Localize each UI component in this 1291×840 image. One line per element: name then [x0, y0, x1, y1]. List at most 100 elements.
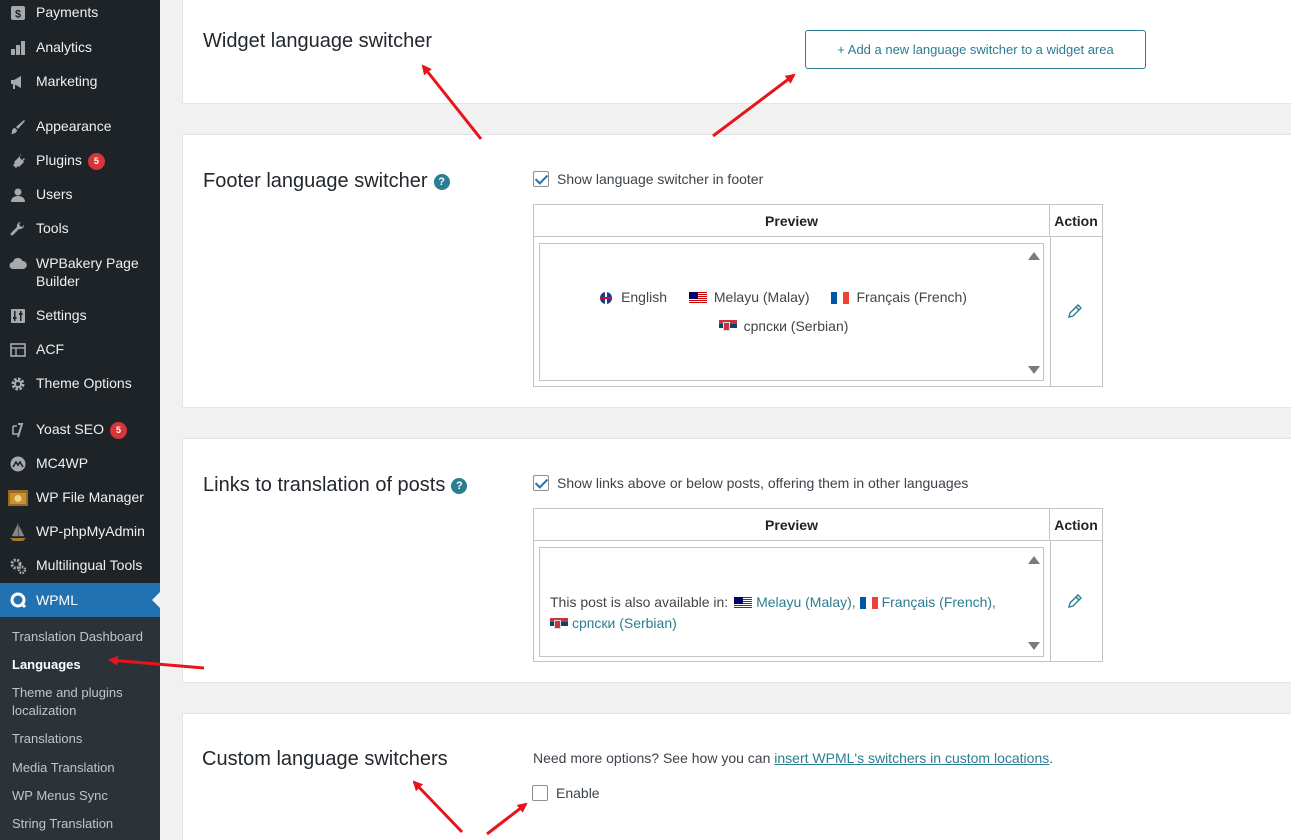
user-icon [8, 185, 28, 205]
sailboat-icon [8, 522, 28, 542]
menu-item-wp-file-manager[interactable]: WP File Manager [0, 488, 160, 508]
lang-label: Français (French) [856, 289, 967, 305]
footer-switcher-checkbox-row: Show language switcher in footer [533, 171, 763, 187]
scroll-down-arrow-icon[interactable] [1028, 642, 1040, 650]
submenu-translation-dashboard[interactable]: Translation Dashboard [12, 628, 157, 646]
submenu-wp-menus-sync[interactable]: WP Menus Sync [12, 787, 157, 805]
plug-icon [8, 151, 28, 171]
lang-malay[interactable]: Melayu (Malay) [688, 284, 810, 311]
post-links-checkbox-label[interactable]: Show links above or below posts, offerin… [557, 475, 968, 491]
edit-pencil-icon[interactable] [1067, 593, 1083, 614]
post-link-serbian[interactable]: српски (Serbian) [572, 615, 677, 631]
plugins-update-badge: 5 [87, 153, 105, 170]
yoast-icon [8, 420, 28, 440]
scroll-down-arrow-icon[interactable] [1028, 366, 1040, 374]
bar-chart-icon [8, 38, 28, 58]
france-flag-icon [831, 291, 850, 304]
uk-flag-icon [600, 291, 613, 304]
menu-item-acf[interactable]: ACF [0, 340, 160, 360]
menu-item-wpbakery[interactable]: WPBakery Page Builder [0, 254, 160, 290]
column-divider [1050, 541, 1051, 661]
submenu-translations[interactable]: Translations [12, 730, 157, 748]
submenu-languages[interactable]: Languages [12, 656, 157, 674]
menu-label: WP File Manager [36, 489, 144, 505]
menu-item-plugins[interactable]: Plugins 5 [0, 151, 160, 171]
preview-table-header: Preview Action [534, 205, 1102, 237]
menu-item-yoast[interactable]: Yoast SEO 5 [0, 420, 160, 440]
footer-preview-languages: English Melayu (Malay) Français (French)… [540, 284, 1027, 341]
submenu-string-translation[interactable]: String Translation [12, 815, 157, 833]
custom-switchers-enable-checkbox[interactable] [532, 785, 548, 801]
footer-switcher-checkbox[interactable] [533, 171, 549, 187]
lang-label: English [621, 289, 667, 305]
folder-icon [8, 488, 28, 508]
custom-locations-link[interactable]: insert WPML's switchers in custom locati… [774, 750, 1049, 766]
admin-sidebar: $ Payments Analytics Marketing Appearanc… [0, 0, 160, 840]
menu-item-wp-phpmyadmin[interactable]: WP-phpMyAdmin [0, 522, 160, 542]
malaysia-flag-icon [734, 597, 753, 610]
preview-scrollbar[interactable] [1025, 244, 1043, 380]
menu-item-analytics[interactable]: Analytics [0, 38, 160, 58]
help-icon[interactable]: ? [433, 173, 450, 190]
preview-scrollbar[interactable] [1025, 548, 1043, 656]
lang-french[interactable]: Français (French) [831, 284, 967, 311]
lang-serbian[interactable]: српски (Serbian) [718, 313, 849, 340]
menu-item-multilingual-tools[interactable]: Multilingual Tools [0, 556, 160, 576]
malaysia-flag-icon [688, 291, 707, 304]
post-links-checkbox-row: Show links above or below posts, offerin… [533, 475, 968, 491]
gears-icon [8, 556, 28, 576]
menu-label: Yoast SEO [36, 421, 104, 437]
menu-item-wpml[interactable]: WPML [0, 583, 160, 617]
menu-label: Theme Options [36, 375, 132, 391]
footer-switcher-checkbox-label[interactable]: Show language switcher in footer [557, 171, 763, 187]
menu-label: WPBakery Page Builder [36, 255, 139, 289]
menu-item-marketing[interactable]: Marketing [0, 72, 160, 92]
menu-item-appearance[interactable]: Appearance [0, 117, 160, 137]
post-link-french[interactable]: Français (French), [882, 594, 996, 610]
enable-label[interactable]: Enable [556, 785, 600, 801]
post-links-preview-table: Preview Action This post is also availab… [533, 508, 1103, 662]
lang-label: Melayu (Malay) [713, 289, 810, 305]
post-links-checkbox[interactable] [533, 475, 549, 491]
note-text-end: . [1049, 750, 1054, 766]
yoast-notification-badge: 5 [109, 422, 127, 439]
wrench-icon [8, 219, 28, 239]
menu-label: Plugins [36, 152, 82, 168]
post-links-title: Links to translation of posts ? [203, 474, 468, 497]
preview-column-header: Preview [534, 509, 1050, 541]
wpml-submenu: Translation Dashboard Languages Theme an… [0, 617, 160, 840]
action-column-header: Action [1054, 213, 1098, 229]
submenu-theme-plugins-localization[interactable]: Theme and plugins localization [12, 684, 157, 720]
menu-item-settings[interactable]: Settings [0, 306, 160, 326]
scroll-up-arrow-icon[interactable] [1028, 556, 1040, 564]
post-links-preview-box: This post is also available in: Melayu (… [539, 547, 1044, 657]
menu-label: MC4WP [36, 455, 89, 471]
scroll-up-arrow-icon[interactable] [1028, 252, 1040, 260]
custom-switchers-note: Need more options? See how you can inser… [533, 750, 1053, 766]
widget-switcher-title: Widget language switcher [203, 30, 433, 52]
menu-item-theme-options[interactable]: Theme Options [0, 374, 160, 394]
lang-english[interactable]: English [600, 284, 667, 311]
menu-item-payments[interactable]: $ Payments [0, 3, 160, 23]
submenu-media-translation[interactable]: Media Translation [12, 759, 157, 777]
menu-label: Tools [36, 220, 69, 236]
menu-label: Analytics [36, 39, 93, 55]
menu-item-mc4wp[interactable]: MC4WP [0, 454, 160, 474]
footer-switcher-title: Footer language switcher ? [203, 170, 450, 193]
footer-preview-box: English Melayu (Malay) Français (French)… [539, 243, 1044, 381]
edit-pencil-icon[interactable] [1067, 303, 1083, 324]
post-link-malay[interactable]: Melayu (Malay), [756, 594, 856, 610]
menu-item-tools[interactable]: Tools [0, 219, 160, 239]
menu-label: ACF [36, 341, 64, 357]
menu-label: WP-phpMyAdmin [36, 523, 145, 539]
megaphone-icon [8, 72, 28, 92]
preview-table-header: Preview Action [534, 509, 1102, 541]
lang-label: српски (Serbian) [743, 317, 849, 334]
help-icon[interactable]: ? [451, 477, 468, 494]
custom-switchers-enable-row: Enable [532, 785, 600, 801]
add-widget-switcher-button[interactable]: + Add a new language switcher to a widge… [805, 30, 1146, 69]
menu-item-users[interactable]: Users [0, 185, 160, 205]
menu-label: WPML [36, 592, 78, 608]
svg-text:$: $ [15, 9, 21, 21]
menu-label: Users [36, 186, 73, 202]
